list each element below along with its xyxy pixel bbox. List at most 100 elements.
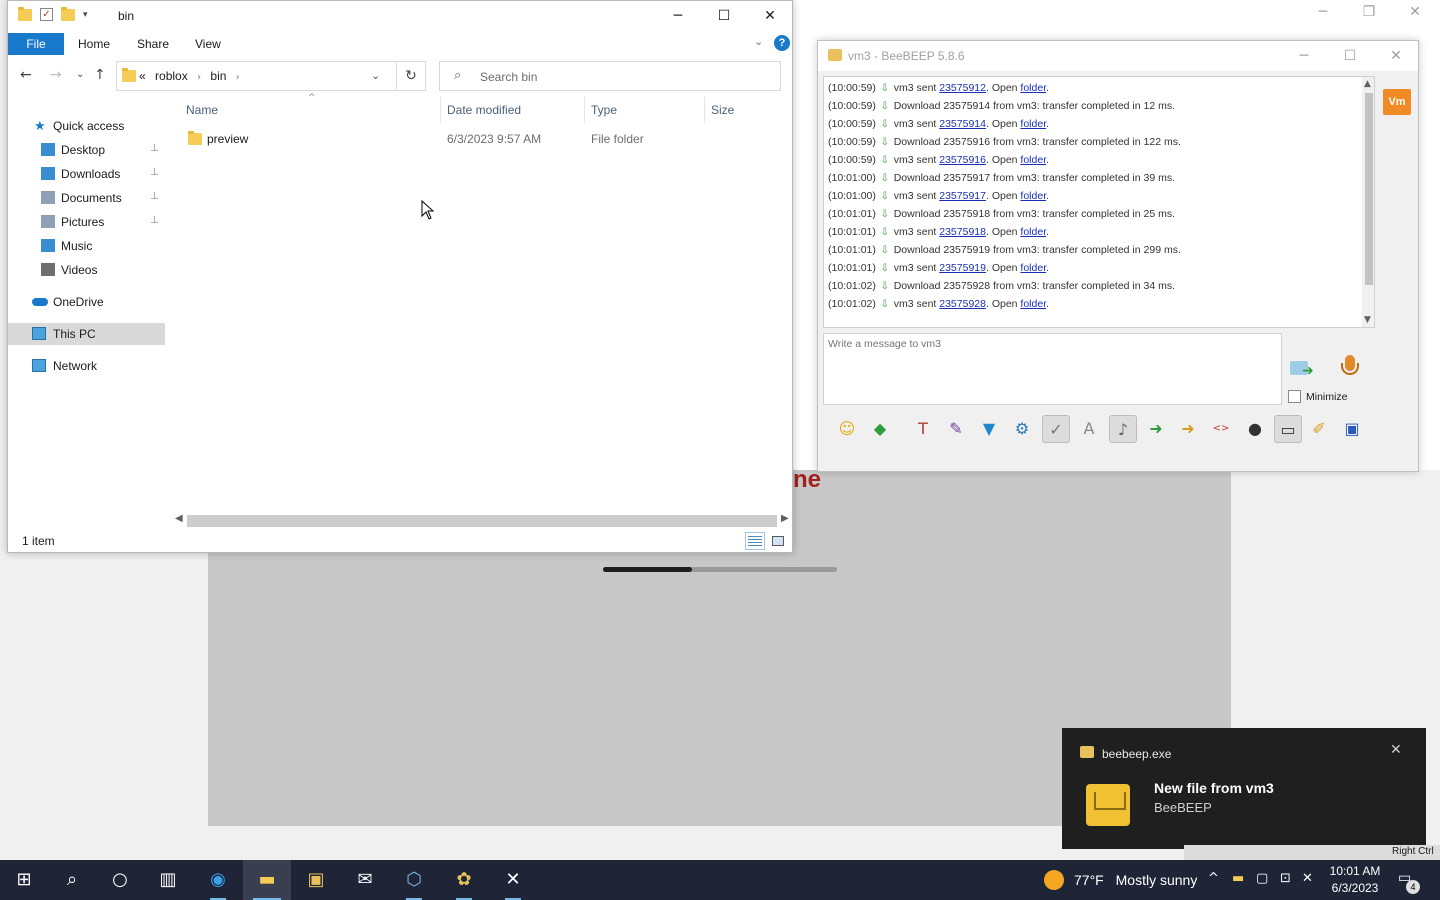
close-button[interactable]: ✕ (1373, 41, 1419, 71)
sidebar-item-pictures[interactable]: Pictures ⊥ (8, 211, 165, 233)
settings-icon[interactable]: ⚙ (1008, 415, 1036, 443)
folder-link[interactable]: folder (1020, 118, 1046, 130)
column-header-size[interactable]: Size (711, 103, 734, 117)
screenshot-icon[interactable]: ● (1241, 415, 1269, 443)
toast-notification[interactable]: beebeep.exe ✕ New file from vm3 BeeBEEP (1062, 728, 1426, 849)
close-button[interactable]: ✕ (747, 1, 793, 31)
column-header-name[interactable]: Name (186, 103, 218, 117)
column-header-type[interactable]: Type (591, 103, 617, 117)
file-explorer-icon[interactable]: ▬ (243, 860, 291, 900)
address-dropdown-icon[interactable]: ⌄ (371, 69, 380, 82)
search-icon[interactable]: ⌕ (48, 860, 96, 900)
spellcheck-icon[interactable]: A (1075, 415, 1103, 443)
enter-send-icon[interactable]: ✓ (1042, 415, 1070, 443)
tab-file[interactable]: File (8, 33, 64, 55)
pin-icon[interactable]: ⊥ (150, 215, 159, 226)
help-icon[interactable]: ? (774, 35, 790, 51)
network-icon[interactable]: ⊡ (1280, 871, 1291, 886)
file-name[interactable]: preview (207, 132, 248, 146)
start-windows-icon[interactable]: ⊞ (0, 860, 48, 900)
sidebar-item-music[interactable]: Music (8, 235, 165, 257)
show-hidden-icons-icon[interactable]: ^ (1208, 871, 1219, 886)
scroll-left-icon[interactable]: ◀ (175, 513, 183, 524)
file-link[interactable]: 23575918 (939, 226, 986, 238)
minimize-icon[interactable]: ─ (1300, 2, 1346, 26)
close-icon[interactable]: ✕ (1392, 2, 1438, 26)
recent-locations-icon[interactable]: ⌄ (76, 69, 84, 80)
virtualbox-icon[interactable]: ⬡ (390, 860, 438, 900)
file-link[interactable]: 23575928 (939, 298, 986, 310)
edge-icon[interactable]: ◉ (194, 860, 242, 900)
user-avatar[interactable]: Vm (1383, 89, 1411, 115)
font-icon[interactable]: T (909, 415, 937, 443)
folder-link[interactable]: folder (1020, 190, 1046, 202)
folder-link[interactable]: folder (1020, 154, 1046, 166)
expand-ribbon-icon[interactable]: ⌄ (754, 35, 763, 48)
html-icon[interactable]: <> (1207, 415, 1235, 443)
notes-icon[interactable]: ✐ (1305, 415, 1333, 443)
minimize-button[interactable]: ─ (655, 1, 701, 31)
scroll-right-icon[interactable]: ▶ (781, 513, 789, 524)
maximize-button[interactable]: ☐ (701, 1, 747, 31)
folder-icon[interactable] (18, 6, 32, 21)
up-icon[interactable]: ↑ (94, 67, 106, 83)
restore-icon[interactable]: ❐ (1346, 2, 1392, 26)
forward-icon[interactable]: → (50, 67, 62, 83)
sidebar-item-quick-access[interactable]: ★ Quick access (8, 115, 165, 137)
beebeep-icon[interactable]: ✿ (440, 860, 488, 900)
folder-link[interactable]: folder (1020, 82, 1046, 94)
file-link[interactable]: 23575916 (939, 154, 986, 166)
file-link[interactable]: 23575914 (939, 118, 986, 130)
buzz-icon[interactable]: ◆ (866, 415, 894, 443)
tab-share[interactable]: Share (137, 37, 169, 51)
pin-icon[interactable]: ⊥ (150, 191, 159, 202)
microphone-icon[interactable] (1340, 353, 1360, 381)
close-icon[interactable]: ✕ (1390, 742, 1402, 758)
chevron-down-icon[interactable]: ▾ (83, 10, 88, 20)
font-color-icon[interactable]: ✎ (942, 415, 970, 443)
file-link[interactable]: 23575919 (939, 262, 986, 274)
search-input[interactable]: Search bin (480, 70, 537, 84)
sidebar-item-this-pc[interactable]: This PC (8, 323, 165, 345)
terminal-app-icon[interactable]: ✕ (489, 860, 537, 900)
file-link[interactable]: 23575912 (939, 82, 986, 94)
tab-home[interactable]: Home (78, 37, 110, 51)
tab-view[interactable]: View (195, 37, 221, 51)
folder-link[interactable]: folder (1020, 226, 1046, 238)
column-divider[interactable] (584, 97, 585, 123)
folder-link[interactable]: folder (1020, 298, 1046, 310)
details-view-icon[interactable] (745, 532, 765, 550)
chevron-right-icon[interactable]: › (236, 72, 240, 83)
chat-log[interactable]: (10:00:59) ⇩ vm3 sent 23575912. Open fol… (823, 76, 1375, 328)
filter-icon[interactable]: ▼ (975, 415, 1003, 443)
address-bar[interactable]: « roblox › bin › ⌄ (116, 61, 426, 91)
horizontal-scrollbar[interactable]: ◀ ▶ (175, 513, 791, 529)
minimize-button[interactable]: ─ (1281, 41, 1327, 71)
sidebar-item-videos[interactable]: Videos (8, 259, 165, 281)
scroll-up-icon[interactable]: ▲ (1364, 79, 1371, 89)
send-file-icon[interactable]: ➜ (1142, 415, 1170, 443)
sidebar-item-network[interactable]: Network (8, 355, 165, 377)
send-folder-icon[interactable]: ➜ (1174, 415, 1202, 443)
scrollbar-thumb[interactable] (187, 515, 777, 527)
pin-icon[interactable]: ⊥ (150, 143, 159, 154)
scroll-down-icon[interactable]: ▼ (1364, 315, 1371, 325)
chevron-right-icon[interactable]: › (197, 72, 201, 83)
sidebar-item-documents[interactable]: Documents ⊥ (8, 187, 165, 209)
clock[interactable]: 10:01 AM 6/3/2023 (1322, 863, 1388, 897)
properties-icon[interactable]: ✓ (40, 8, 53, 21)
breadcrumb-overflow[interactable]: « (139, 69, 146, 83)
refresh-icon[interactable]: ↻ (396, 61, 426, 91)
sidebar-item-onedrive[interactable]: OneDrive (8, 291, 165, 313)
large-icons-view-icon[interactable] (768, 532, 788, 550)
column-header-date[interactable]: Date modified (447, 103, 521, 117)
table-row[interactable]: preview 6/3/2023 9:57 AM File folder (182, 127, 782, 149)
pin-icon[interactable]: ⊥ (150, 167, 159, 178)
cortana-icon[interactable]: ○ (96, 860, 144, 900)
volume-muted-icon[interactable]: ✕ (1302, 871, 1313, 886)
file-link[interactable]: 23575917 (939, 190, 986, 202)
breadcrumb-bin[interactable]: bin (210, 69, 226, 83)
message-box[interactable] (823, 333, 1282, 405)
task-view-icon[interactable]: ▥ (144, 860, 192, 900)
folder-link[interactable]: folder (1020, 262, 1046, 274)
